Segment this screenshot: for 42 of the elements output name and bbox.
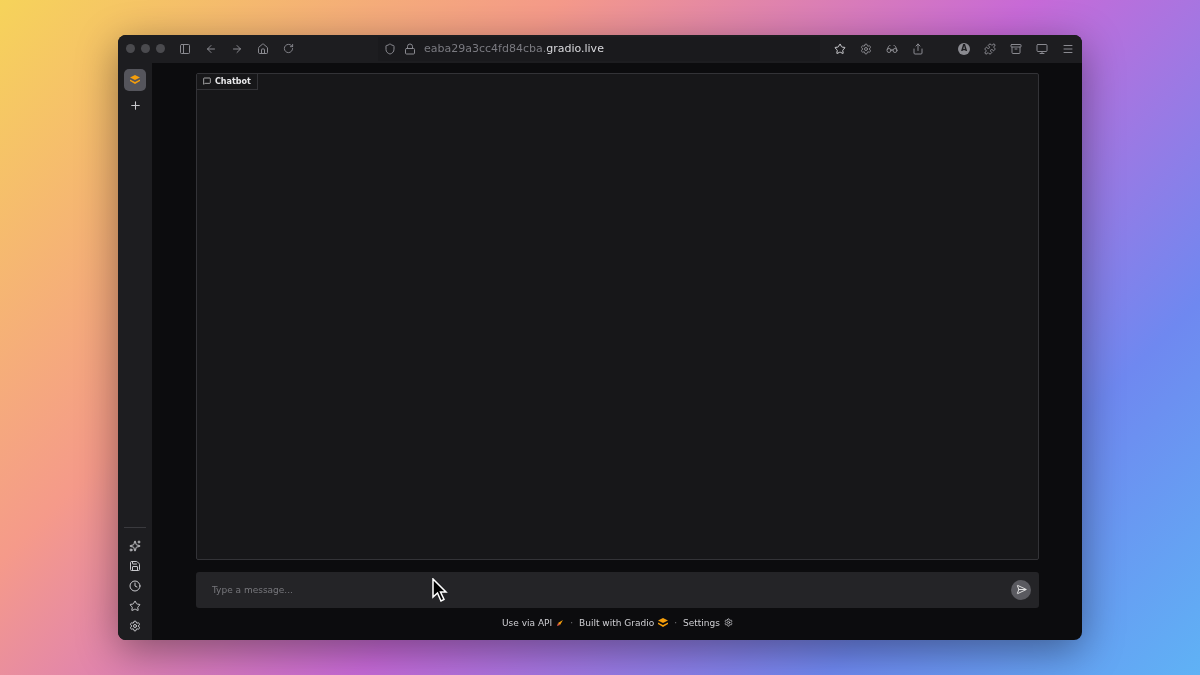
send-button[interactable] [1011, 579, 1031, 600]
sparkles-icon[interactable] [129, 539, 141, 552]
message-field[interactable]: Type a message... [210, 583, 1011, 596]
back-icon[interactable] [205, 42, 217, 55]
maximize-dot[interactable] [156, 44, 165, 53]
gradio-logo-icon [658, 618, 669, 627]
separator-dot: · [570, 617, 574, 628]
chat-icon [203, 77, 211, 85]
settings-icon[interactable] [129, 619, 141, 632]
history-icon[interactable] [129, 579, 141, 592]
message-box[interactable]: Type a message... [196, 571, 1039, 608]
archive-icon[interactable] [1010, 42, 1022, 55]
separator-dot: · [674, 617, 678, 628]
footer-link[interactable]: Built with Gradio [579, 617, 669, 628]
forward-icon[interactable] [231, 42, 243, 55]
mouse-pointer-icon [432, 578, 448, 602]
reload-icon[interactable] [283, 43, 294, 54]
monitor-icon[interactable] [1036, 42, 1048, 55]
home-icon[interactable] [257, 42, 269, 55]
sidebar-toggle-icon[interactable] [179, 42, 191, 55]
chatbot-label-text: Chatbot [215, 76, 251, 86]
gradio-logo-icon [130, 75, 140, 84]
url-text: eaba29a3cc4fd84cba.gradio.live [424, 42, 604, 55]
close-dot[interactable] [126, 44, 135, 53]
bookmark-star-icon[interactable] [834, 42, 846, 55]
settings-icon[interactable] [860, 42, 872, 55]
menu-icon[interactable] [1062, 42, 1074, 55]
shield-icon [384, 42, 396, 55]
footer-link[interactable]: Settings [683, 617, 733, 628]
app-logo[interactable] [124, 68, 146, 91]
footer-link[interactable]: Use via API [502, 617, 565, 628]
star-icon[interactable] [129, 599, 141, 612]
profile-avatar[interactable]: A [958, 42, 970, 55]
lock-icon [404, 42, 416, 55]
minimize-dot[interactable] [141, 44, 150, 53]
send-icon [1015, 584, 1027, 595]
extensions-icon[interactable] [984, 42, 996, 55]
add-icon[interactable] [128, 98, 142, 112]
glasses-icon[interactable] [886, 42, 898, 55]
share-icon[interactable] [912, 42, 924, 55]
save-icon[interactable] [129, 559, 141, 572]
settings-icon [723, 618, 733, 627]
